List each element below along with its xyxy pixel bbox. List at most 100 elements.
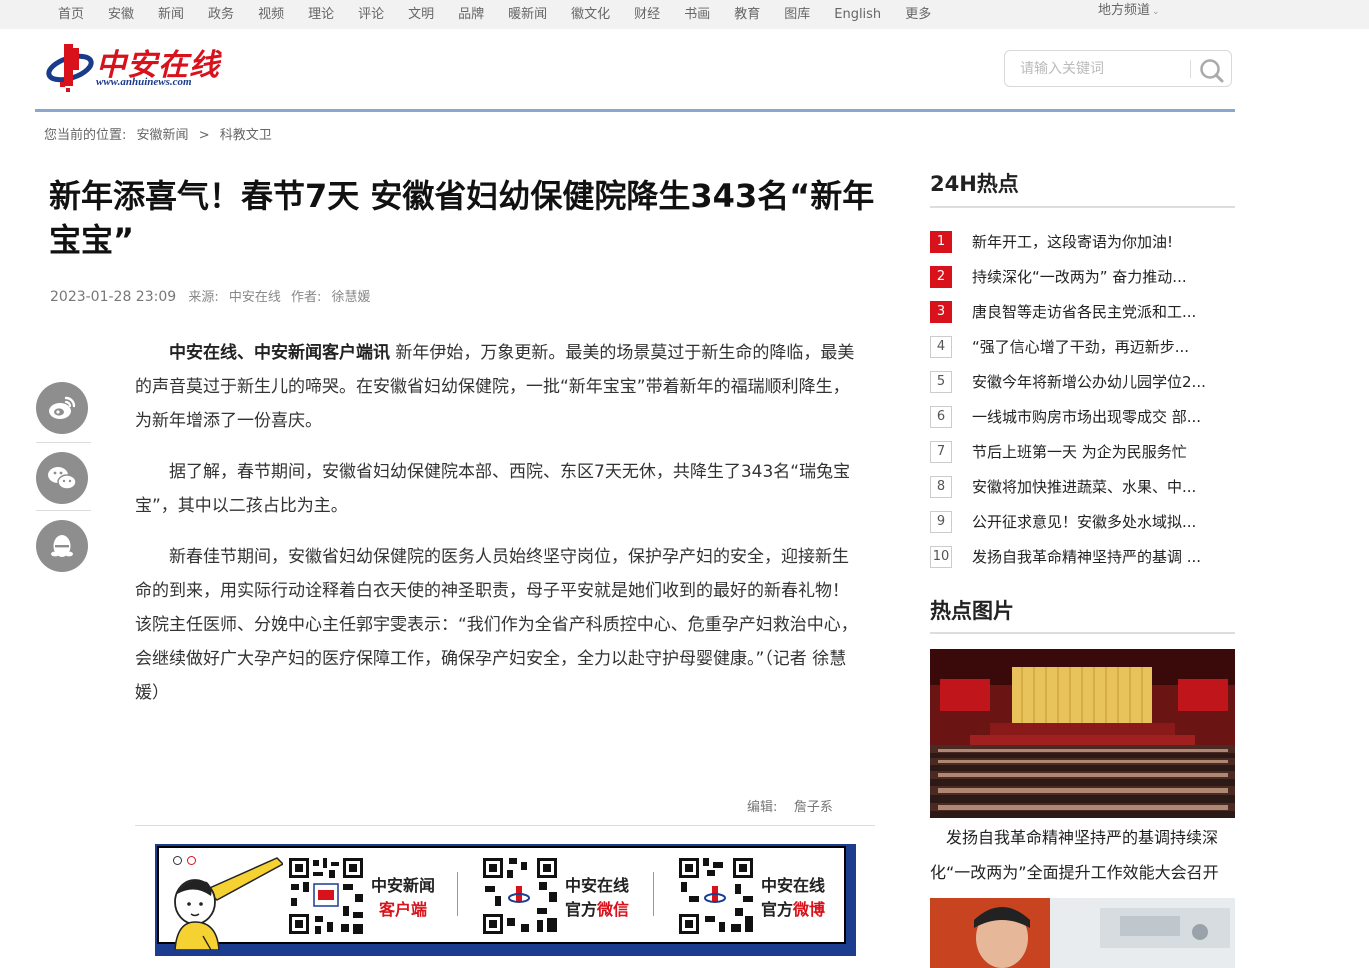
hot-news-item[interactable]: 1 新年开工，这段寄语为你加油! xyxy=(930,229,1235,264)
hot-news-item[interactable]: 2 持续深化“一改两为” 奋力推动... xyxy=(930,264,1235,299)
breadcrumb-link-anhui-news[interactable]: 安徽新闻 xyxy=(137,128,189,143)
hot-news-item[interactable]: 3 唐良智等走访省各民主党派和工... xyxy=(930,299,1235,334)
hot-news-item[interactable]: 5 安徽今年将新增公办幼儿园学位2... xyxy=(930,369,1235,404)
hot-news-item[interactable]: 10 发扬自我革命精神坚持严的基调 ... xyxy=(930,544,1235,579)
region-channel-dropdown[interactable]: 地方频道 ⌄ xyxy=(1098,0,1160,29)
hot-news-item[interactable]: 7 节后上班第一天 为企为民服务忙 xyxy=(930,439,1235,474)
hot-news-item[interactable]: 6 一线城市购房市场出现零成交 部... xyxy=(930,404,1235,439)
banner-divider xyxy=(457,872,458,916)
hot-news-title: 安徽将加快推进蔬菜、水果、中... xyxy=(972,478,1197,496)
share-weibo-button[interactable] xyxy=(36,382,88,434)
hot-rank-badge: 1 xyxy=(930,231,952,253)
hot-picture-caption[interactable]: 发扬自我革命精神坚持严的基调持续深化“一改两为”全面提升工作效能大会召开 xyxy=(930,820,1235,890)
article-meta: 2023-01-28 23:09 来源: 中安在线 作者: 徐慧媛 xyxy=(50,286,377,305)
banner-label-official: 官方 xyxy=(761,900,794,919)
nav-item[interactable]: 书画 xyxy=(672,5,722,25)
banner-divider xyxy=(653,872,654,916)
nav-item[interactable]: English xyxy=(822,5,893,25)
share-divider xyxy=(36,442,91,443)
banner-label-line1: 中安在线 xyxy=(565,876,630,895)
hot-news-item[interactable]: 4 “强了信心增了干劲，再迈新步... xyxy=(930,334,1235,369)
source-name: 中安在线 xyxy=(228,290,281,305)
search-input[interactable] xyxy=(1006,52,1186,85)
banner-label-wechat: 微信 xyxy=(597,900,630,919)
nav-item[interactable]: 理论 xyxy=(296,5,346,25)
hot-rank-badge: 8 xyxy=(930,476,952,498)
nav-item[interactable]: 图库 xyxy=(772,5,822,25)
hot-picture-meeting[interactable] xyxy=(930,649,1235,818)
nav-item[interactable]: 教育 xyxy=(722,5,772,25)
nav-item[interactable]: 品牌 xyxy=(446,5,496,25)
article-paragraph: 中安在线、中安新闻客户端讯 新年伊始，万象更新。最美的场景莫过于新生命的降临，最… xyxy=(135,336,865,438)
hot-news-title: 持续深化“一改两为” 奋力推动... xyxy=(972,268,1187,286)
nav-item[interactable]: 徽文化 xyxy=(559,5,622,25)
weibo-icon xyxy=(49,396,76,419)
search-divider xyxy=(1190,60,1191,78)
site-logo[interactable]: 中安在线 www.anhuinews.com xyxy=(46,38,224,94)
article-footer-divider xyxy=(135,825,875,826)
breadcrumb: 您当前的位置: 安徽新闻 > 科教文卫 xyxy=(44,124,278,143)
article-title: 新年添喜气！春节7天 安徽省妇幼保健院降生343名“新年宝宝” xyxy=(49,177,875,259)
nav-item[interactable]: 新闻 xyxy=(146,5,196,25)
editor-name: 詹子系 xyxy=(793,800,833,815)
nav-item[interactable]: 视频 xyxy=(246,5,296,25)
nav-item[interactable]: 安徽 xyxy=(96,5,146,25)
nav-item[interactable]: 更多 xyxy=(893,5,943,25)
nav-item[interactable]: 文明 xyxy=(396,5,446,25)
hot-rank-badge: 7 xyxy=(930,441,952,463)
banner-news-app-label: 中安新闻 客户端 xyxy=(371,874,435,922)
hot-news-title: “强了信心增了干劲，再迈新步... xyxy=(972,338,1190,356)
share-qq-button[interactable] xyxy=(36,520,88,572)
hot-24h-heading: 24H热点 xyxy=(930,172,1019,196)
qr-code-news-app xyxy=(287,856,365,936)
nav-item[interactable]: 政务 xyxy=(196,5,246,25)
banner-label-weibo: 微博 xyxy=(793,900,826,919)
hot-news-item[interactable]: 9 公开征求意见！安徽多处水域拟... xyxy=(930,509,1235,544)
banner-label-line2: 客户端 xyxy=(379,900,428,919)
editor-credit: 编辑: 詹子系 xyxy=(747,796,833,815)
banner-label-line2: 官方微博 xyxy=(761,898,825,922)
banner-label-line1: 中安在线 xyxy=(761,876,826,895)
header-divider xyxy=(35,109,1235,112)
banner-label-line1: 中安新闻 xyxy=(371,876,436,895)
nav-item[interactable]: 首页 xyxy=(46,5,96,25)
editor-label: 编辑: xyxy=(747,800,778,815)
sidebar-divider xyxy=(930,206,1235,208)
hot-news-title: 一线城市购房市场出现零成交 部... xyxy=(972,408,1202,426)
publish-date: 2023-01-28 23:09 xyxy=(50,289,177,305)
hot-news-title: 发扬自我革命精神坚持严的基调 ... xyxy=(972,548,1202,566)
hot-pictures-heading: 热点图片 xyxy=(930,599,1014,623)
hot-rank-badge: 10 xyxy=(930,546,952,568)
hot-news-title: 唐良智等走访省各民主党派和工... xyxy=(972,303,1197,321)
breadcrumb-link-science-education[interactable]: 科教文卫 xyxy=(220,128,272,143)
top-nav-bar: 首页 安徽 新闻 政务 视频 理论 评论 文明 品牌 暖新闻 徽文化 财经 书画 教育 图库 English 更… xyxy=(0,0,1369,29)
chevron-down-icon: ⌄ xyxy=(1152,7,1160,17)
hot-rank-badge: 6 xyxy=(930,406,952,428)
worker-photo xyxy=(930,898,1235,968)
follow-banner[interactable]: 中安新闻 客户端 中安在线 官方微信 中安在线 官方微博 xyxy=(155,844,856,956)
hot-picture-second[interactable] xyxy=(930,898,1235,968)
article-paragraph: 据了解，春节期间，安徽省妇幼保健院本部、西院、东区7天无休，共降生了343名“瑞… xyxy=(135,462,851,516)
nav-item[interactable]: 评论 xyxy=(346,5,396,25)
share-wechat-button[interactable] xyxy=(36,452,88,504)
nav-item[interactable]: 暖新闻 xyxy=(496,5,559,25)
region-channel-label: 地方频道 xyxy=(1098,3,1151,18)
nav-item[interactable]: 财经 xyxy=(622,5,672,25)
article-paragraph: 新春佳节期间，安徽省妇幼保健院的医务人员始终坚守岗位，保护孕产妇的安全，迎接新生… xyxy=(135,547,858,703)
breadcrumb-separator: > xyxy=(198,128,210,143)
author-name: 徐慧媛 xyxy=(331,290,371,305)
hot-rank-badge: 9 xyxy=(930,511,952,533)
qq-penguin-icon xyxy=(51,535,73,557)
hot-news-item[interactable]: 8 安徽将加快推进蔬菜、水果、中... xyxy=(930,474,1235,509)
author-label: 作者: xyxy=(291,290,322,305)
logo-url: www.anhuinews.com xyxy=(96,76,192,88)
breadcrumb-label: 您当前的位置: xyxy=(44,128,127,143)
banner-label-line2: 官方微信 xyxy=(565,898,629,922)
top-nav-items: 首页 安徽 新闻 政务 视频 理论 评论 文明 品牌 暖新闻 徽文化 财经 书画 教育 图库 English 更… xyxy=(46,0,943,29)
hot-rank-badge: 4 xyxy=(930,336,952,358)
qr-code-wechat xyxy=(481,856,559,936)
search-icon[interactable] xyxy=(1198,57,1224,83)
hot-news-list: 1 新年开工，这段寄语为你加油! 2 持续深化“一改两为” 奋力推动... 3 唐良智等走… xyxy=(930,229,1235,579)
banner-label-official: 官方 xyxy=(565,900,598,919)
logo-emblem-icon xyxy=(46,44,94,92)
